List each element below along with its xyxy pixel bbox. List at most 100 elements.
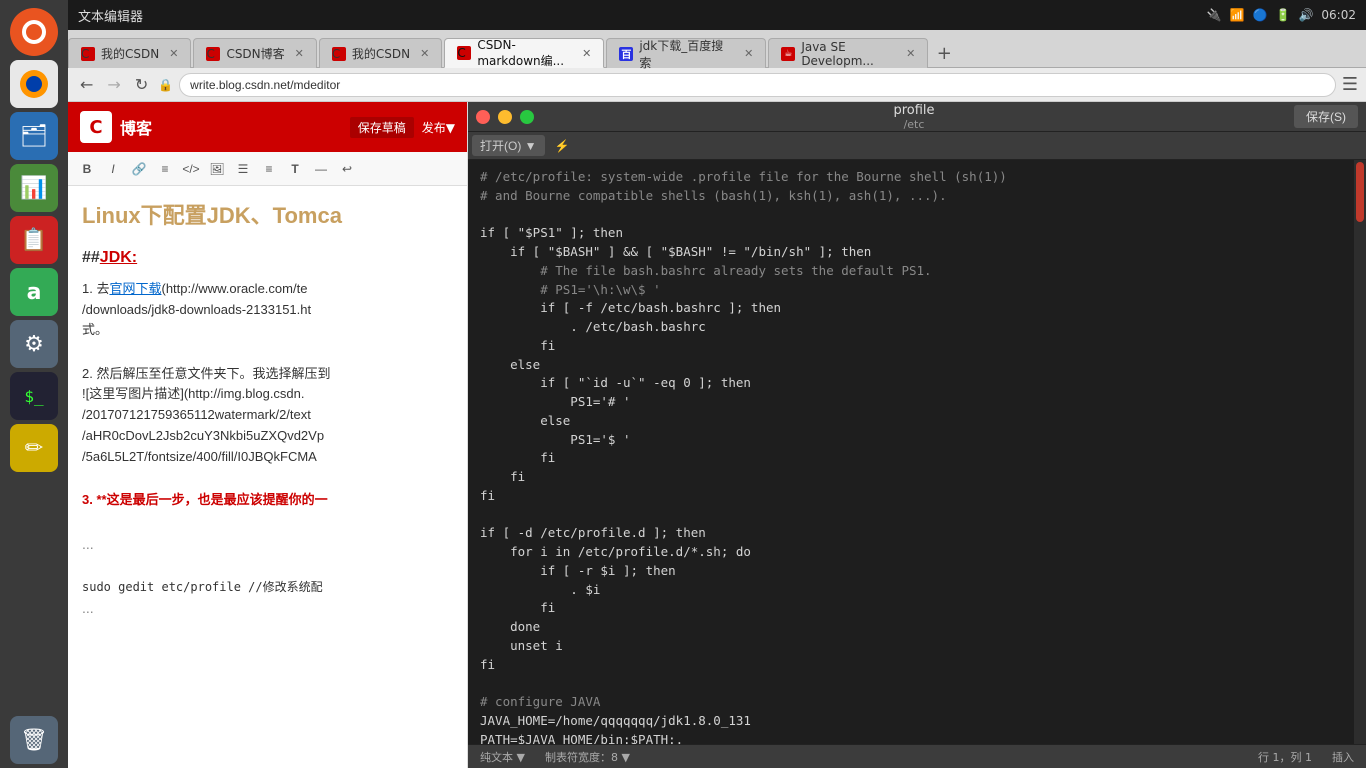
tab-5[interactable]: 百 jdk下载_百度搜索 ✕ bbox=[606, 38, 766, 68]
item-1-suffix: 式。 bbox=[82, 322, 108, 337]
topbar-right: 🔌 📶 🔵 🔋 🔊 06:02 bbox=[1207, 8, 1366, 22]
undo-button[interactable]: ↩ bbox=[336, 158, 358, 180]
item-3-text: 3. **这是最后一步，也是最应该提醒你的一 bbox=[82, 492, 328, 507]
gedit-minimize-button[interactable] bbox=[498, 110, 512, 124]
tab-close-5[interactable]: ✕ bbox=[744, 47, 753, 60]
blog-h2: ##JDK: bbox=[82, 245, 453, 271]
item-2-image: ![这里写图片描述](http://img.blog.csdn. bbox=[82, 386, 305, 401]
blog-body[interactable]: Linux下配置JDK、Tomca ##JDK: 1. 去官网下载(http:/… bbox=[68, 186, 467, 768]
files-icon[interactable]: 🗂 bbox=[10, 112, 58, 160]
gedit-scroll-thumb bbox=[1356, 162, 1364, 222]
forward-button[interactable]: → bbox=[103, 73, 124, 96]
blog-item-3: 3. **这是最后一步，也是最应该提醒你的一 bbox=[82, 490, 453, 511]
volume-icon: 🔊 bbox=[1298, 8, 1313, 22]
ubuntu-icon[interactable] bbox=[10, 8, 58, 56]
tab-close-3[interactable]: ✕ bbox=[420, 47, 429, 60]
blog-panel: C 博客 保存草稿 发布▼ B I 🔗 ≡ </> 🖼 ☰ ≡ T — bbox=[68, 102, 468, 768]
align-button[interactable]: ≡ bbox=[154, 158, 176, 180]
gedit-open-button[interactable]: 打开(O) ▼ bbox=[472, 135, 545, 156]
item-1-num: 1. 去 bbox=[82, 281, 109, 296]
addressbar: ← → ↻ 🔒 ☰ bbox=[68, 68, 1366, 102]
italic-button[interactable]: I bbox=[102, 158, 124, 180]
gedit-save-button[interactable]: 保存(S) bbox=[1294, 105, 1358, 128]
menu-icon[interactable]: ☰ bbox=[1342, 74, 1358, 95]
code-button[interactable]: </> bbox=[180, 158, 202, 180]
battery-icon: 🔋 bbox=[1276, 8, 1291, 22]
bold-button[interactable]: B bbox=[76, 158, 98, 180]
item-2-url2: /aHR0cDovL2Jsb2cuY3Nkbi5uZXQvd2Vp bbox=[82, 428, 324, 443]
tab-label-1: 我的CSDN bbox=[101, 45, 159, 62]
tab-1[interactable]: C 我的CSDN ✕ bbox=[68, 38, 191, 68]
tab-6[interactable]: ☕ Java SE Developm... ✕ bbox=[768, 38, 928, 68]
terminal-icon[interactable]: $_ bbox=[10, 372, 58, 420]
encoding-status[interactable]: 纯文本 ▼ bbox=[480, 749, 525, 765]
save-draft-btn[interactable]: 保存草稿 bbox=[350, 117, 414, 138]
insert-mode: 插入 bbox=[1332, 749, 1354, 765]
topbar: 文本编辑器 🔌 📶 🔵 🔋 🔊 06:02 bbox=[68, 0, 1366, 30]
oracle-icon: ☕ bbox=[781, 47, 795, 61]
list2-button[interactable]: ≡ bbox=[258, 158, 280, 180]
csdn-icon-2: C bbox=[206, 47, 220, 61]
item-1-cont: /downloads/jdk8-downloads-2133151.ht bbox=[82, 302, 311, 317]
gedit-editor[interactable]: # /etc/profile: system-wide .profile fil… bbox=[468, 160, 1354, 744]
tab-4[interactable]: C CSDN-markdown编... ✕ bbox=[444, 38, 604, 68]
tab-label-5: jdk下载_百度搜索 bbox=[639, 37, 734, 71]
tab-3[interactable]: C 我的CSDN ✕ bbox=[319, 38, 442, 68]
lock-icon: 🔒 bbox=[158, 78, 173, 92]
blog-dots: ... bbox=[82, 533, 453, 555]
main-area: C 博客 保存草稿 发布▼ B I 🔗 ≡ </> 🖼 ☰ ≡ T — bbox=[68, 102, 1366, 768]
gedit-content: # /etc/profile: system-wide .profile fil… bbox=[468, 160, 1366, 744]
presentation-icon[interactable]: 📋 bbox=[10, 216, 58, 264]
image-button[interactable]: 🖼 bbox=[206, 158, 228, 180]
topbar-title: 文本编辑器 bbox=[68, 6, 1207, 25]
tab-status[interactable]: 制表符宽度：8 ▼ bbox=[545, 749, 630, 765]
editor-icon[interactable]: ✏ bbox=[10, 424, 58, 472]
csdn-icon-4: C bbox=[457, 46, 471, 60]
item-1-link[interactable]: 官网下载 bbox=[109, 281, 161, 296]
address-input[interactable] bbox=[179, 73, 1336, 97]
amazon-icon[interactable]: a bbox=[10, 268, 58, 316]
gedit-close-button[interactable] bbox=[476, 110, 490, 124]
blog-h2-text: JDK: bbox=[100, 249, 137, 266]
hr-button[interactable]: — bbox=[310, 158, 332, 180]
list-button[interactable]: ☰ bbox=[232, 158, 254, 180]
blog-code-line: sudo gedit etc/profile //修改系统配 bbox=[82, 578, 453, 597]
gedit-title: profile /etc bbox=[542, 103, 1286, 131]
tab-close-6[interactable]: ✕ bbox=[906, 47, 915, 60]
gedit-subtitle: /etc bbox=[542, 118, 1286, 131]
csdn-logo-text: C bbox=[89, 117, 102, 138]
item-1-url: (http://www.oracle.com/te bbox=[161, 281, 307, 296]
tab-label-3: 我的CSDN bbox=[352, 45, 410, 62]
new-tab-button[interactable]: + bbox=[930, 39, 958, 67]
position-status: 行 1，列 1 bbox=[1258, 749, 1312, 765]
browser: C 我的CSDN ✕ C CSDN博客 ✕ C 我的CSDN ✕ C CSDN-… bbox=[68, 30, 1366, 768]
tab-close-1[interactable]: ✕ bbox=[169, 47, 178, 60]
gedit-titlebar: profile /etc 保存(S) bbox=[468, 102, 1366, 132]
reload-button[interactable]: ↻ bbox=[131, 73, 152, 96]
taskbar: 🗂 📊 📋 a ⚙ $_ ✏ 🗑 bbox=[0, 0, 68, 768]
heading-button[interactable]: T bbox=[284, 158, 306, 180]
gedit-status-right: 行 1，列 1 插入 bbox=[1258, 749, 1354, 765]
gedit-toolbar-btn[interactable]: ⚡ bbox=[547, 137, 578, 155]
publish-btn[interactable]: 发布▼ bbox=[422, 119, 455, 136]
right-panel: profile /etc 保存(S) 打开(O) ▼ ⚡ # /etc/prof… bbox=[468, 102, 1366, 768]
spreadsheet-icon[interactable]: 📊 bbox=[10, 164, 58, 212]
gedit-maximize-button[interactable] bbox=[520, 110, 534, 124]
tab-label-4: CSDN-markdown编... bbox=[477, 38, 572, 69]
link-button[interactable]: 🔗 bbox=[128, 158, 150, 180]
csdn-icon-3: C bbox=[332, 47, 346, 61]
blog-item-2: 2. 然后解压至任意文件夹下。我选择解压到 ![这里写图片描述](http://… bbox=[82, 364, 453, 468]
trash-icon[interactable]: 🗑 bbox=[10, 716, 58, 764]
gedit-scrollbar[interactable] bbox=[1354, 160, 1366, 744]
blog-header-title: 博客 bbox=[120, 115, 152, 139]
gedit-menubar: 打开(O) ▼ ⚡ bbox=[468, 132, 1366, 160]
tabbar: C 我的CSDN ✕ C CSDN博客 ✕ C 我的CSDN ✕ C CSDN-… bbox=[68, 30, 1366, 68]
tab-close-4[interactable]: ✕ bbox=[582, 47, 591, 60]
back-button[interactable]: ← bbox=[76, 73, 97, 96]
tab-close-2[interactable]: ✕ bbox=[295, 47, 304, 60]
settings-icon[interactable]: ⚙ bbox=[10, 320, 58, 368]
csdn-icon-1: C bbox=[81, 47, 95, 61]
tab-2[interactable]: C CSDN博客 ✕ bbox=[193, 38, 316, 68]
gedit-title-text: profile bbox=[893, 103, 934, 118]
firefox-icon[interactable] bbox=[10, 60, 58, 108]
